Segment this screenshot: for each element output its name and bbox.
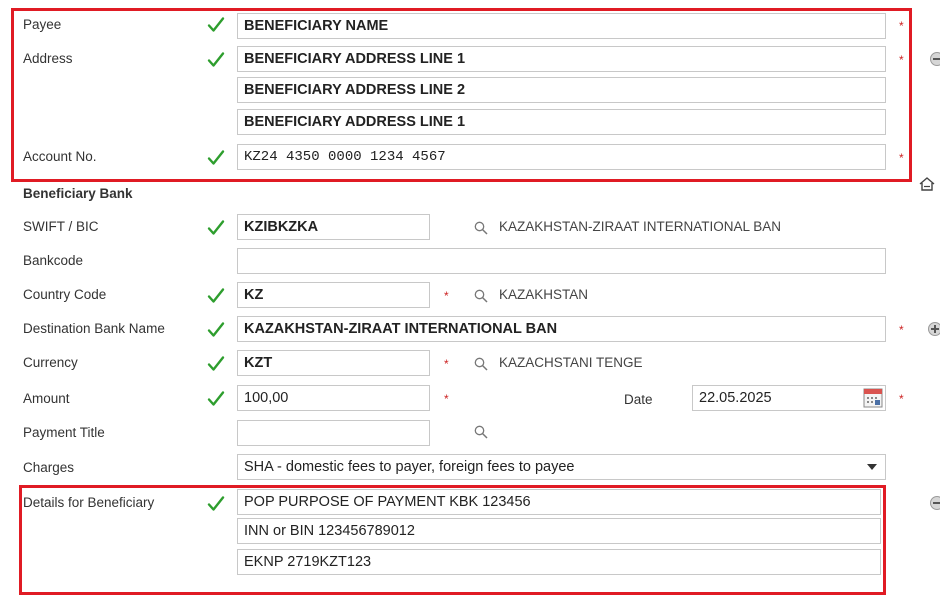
minus-circle-icon[interactable] [930,52,940,66]
amount-input[interactable] [237,385,430,411]
address-line-2-input[interactable] [237,77,886,103]
currency-lookup: KAZACHSTANI TENGE [499,355,643,370]
bankcode-row: Bankcode [0,246,940,278]
destination-bank-label: Destination Bank Name [23,321,165,336]
check-icon [207,355,225,373]
charges-row: Charges SHA - domestic fees to payer, fo… [0,451,940,483]
details-line-1-input[interactable] [237,489,881,515]
amount-label: Amount [23,391,70,406]
country-label: Country Code [23,287,107,302]
charges-selected-value: SHA - domestic fees to payer, foreign fe… [244,459,575,475]
currency-row: Currency * KAZACHSTANI TENGE [0,348,940,380]
address-line-1-input[interactable] [237,46,886,72]
search-icon[interactable] [474,425,488,439]
check-icon [207,287,225,305]
required-marker: * [899,151,904,165]
payment-title-row: Payment Title [0,416,940,448]
required-marker: * [444,289,449,303]
check-icon [207,51,225,69]
address-line-3-input[interactable] [237,109,886,135]
required-marker: * [899,323,904,337]
destination-bank-input[interactable] [237,316,886,342]
beneficiary-bank-heading: Beneficiary Bank [23,186,133,201]
search-icon[interactable] [474,357,488,371]
plus-circle-icon[interactable] [928,322,940,336]
payee-row: Payee * [0,10,940,42]
currency-label: Currency [23,355,78,370]
country-row: Country Code * KAZAKHSTAN [0,280,940,312]
payee-label: Payee [23,17,62,32]
details-label: Details for Beneficiary [23,495,155,510]
country-code-input[interactable] [237,282,430,308]
required-marker: * [444,392,449,406]
swift-row: SWIFT / BIC KAZAKHSTAN-ZIRAAT INTERNATIO… [0,212,940,244]
swift-label: SWIFT / BIC [23,219,99,234]
home-icon[interactable] [918,176,936,195]
account-label: Account No. [23,149,97,164]
date-label: Date [624,392,653,407]
currency-input[interactable] [237,350,430,376]
account-row: Account No. * [0,142,940,174]
required-marker: * [444,357,449,371]
check-icon [207,390,225,408]
search-icon[interactable] [474,289,488,303]
check-icon [207,149,225,167]
amount-row: Amount * Date * [0,382,940,414]
required-marker: * [899,392,904,406]
payee-input[interactable] [237,13,886,39]
account-number-input[interactable] [237,144,886,170]
bankcode-label: Bankcode [23,253,84,268]
details-line-3-input[interactable] [237,549,881,575]
payment-title-input[interactable] [237,420,430,446]
details-line-2-input[interactable] [237,518,881,544]
date-input[interactable] [692,385,886,411]
swift-input[interactable] [237,214,430,240]
swift-bank-lookup: KAZAKHSTAN-ZIRAAT INTERNATIONAL BAN [499,219,782,234]
payment-title-label: Payment Title [23,425,105,440]
bankcode-input[interactable] [237,248,886,274]
details-row: Details for Beneficiary [0,487,940,519]
address-row: Address * [0,44,940,76]
calendar-icon[interactable] [863,388,883,408]
search-icon[interactable] [474,221,488,235]
check-icon [207,16,225,34]
charges-select[interactable]: SHA - domestic fees to payer, foreign fe… [237,454,886,480]
address-label: Address [23,51,73,66]
country-lookup: KAZAKHSTAN [499,287,589,302]
required-marker: * [899,53,904,67]
destination-bank-row: Destination Bank Name * [0,314,940,346]
check-icon [207,495,225,513]
minus-circle-icon[interactable] [930,496,940,510]
check-icon [207,321,225,339]
check-icon [207,219,225,237]
charges-label: Charges [23,460,75,475]
chevron-down-icon [867,464,877,470]
required-marker: * [899,19,904,33]
